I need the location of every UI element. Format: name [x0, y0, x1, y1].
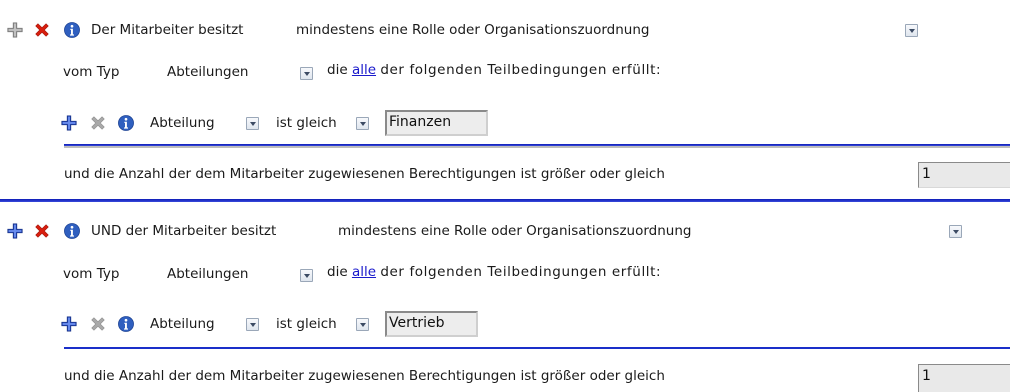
type-select-value: Abteilungen [167, 266, 249, 282]
block-separator [0, 199, 1010, 202]
separator-blue [64, 347, 1010, 349]
sub-operator-dropdown-button[interactable] [356, 318, 369, 331]
type-dropdown-button[interactable] [300, 269, 313, 282]
count-text: und die Anzahl der dem Mitarbeiter zugew… [64, 368, 665, 384]
delete-subcondition-icon[interactable] [88, 314, 108, 334]
count-text: und die Anzahl der dem Mitarbeiter zugew… [64, 166, 665, 182]
add-subcondition-icon[interactable] [59, 113, 79, 133]
condition-text: Der Mitarbeiter besitzt [91, 22, 244, 38]
all-link[interactable]: alle [352, 62, 376, 78]
all-link[interactable]: alle [352, 264, 376, 280]
sub-operator-value: ist gleich [276, 115, 337, 131]
delete-subcondition-icon[interactable] [88, 113, 108, 133]
sub-value-field[interactable]: Vertrieb [385, 311, 478, 337]
sub-operator-dropdown-button[interactable] [356, 117, 369, 130]
info-icon[interactable] [62, 221, 82, 241]
sub-suffix: der folgenden Teilbedingungen erfüllt: [380, 264, 662, 280]
sub-operator-value: ist gleich [276, 316, 337, 332]
sub-prefix: die [327, 264, 348, 280]
condition-select-value: mindestens eine Rolle oder Organisations… [296, 22, 650, 38]
subcondition-line: die alle der folgenden Teilbedingungen e… [327, 60, 661, 80]
count-input[interactable]: 1 [918, 162, 1010, 188]
type-prefix: vom Typ [63, 64, 120, 80]
condition-text: UND der Mitarbeiter besitzt [91, 223, 277, 239]
info-icon[interactable] [116, 113, 136, 133]
add-condition-icon[interactable] [5, 221, 25, 241]
info-icon[interactable] [116, 314, 136, 334]
separator-blue [64, 144, 1010, 146]
sub-suffix: der folgenden Teilbedingungen erfüllt: [380, 62, 662, 78]
condition-select-value: mindestens eine Rolle oder Organisations… [338, 223, 692, 239]
sub-field-value: Abteilung [150, 115, 215, 131]
delete-condition-icon[interactable] [32, 20, 52, 40]
subcondition-line: die alle der folgenden Teilbedingungen e… [327, 262, 661, 282]
delete-condition-icon[interactable] [32, 221, 52, 241]
info-icon[interactable] [62, 20, 82, 40]
sub-value-field[interactable]: Finanzen [385, 110, 488, 136]
sub-prefix: die [327, 62, 348, 78]
separator [64, 146, 1010, 148]
condition-dropdown-button[interactable] [949, 225, 962, 238]
type-prefix: vom Typ [63, 266, 120, 282]
sub-field-value: Abteilung [150, 316, 215, 332]
type-select-value: Abteilungen [167, 64, 249, 80]
sub-field-dropdown-button[interactable] [246, 318, 259, 331]
type-dropdown-button[interactable] [300, 67, 313, 80]
condition-dropdown-button[interactable] [905, 24, 918, 37]
count-input[interactable]: 1 [918, 364, 1010, 392]
add-condition-icon[interactable] [5, 20, 25, 40]
sub-field-dropdown-button[interactable] [246, 117, 259, 130]
add-subcondition-icon[interactable] [59, 314, 79, 334]
